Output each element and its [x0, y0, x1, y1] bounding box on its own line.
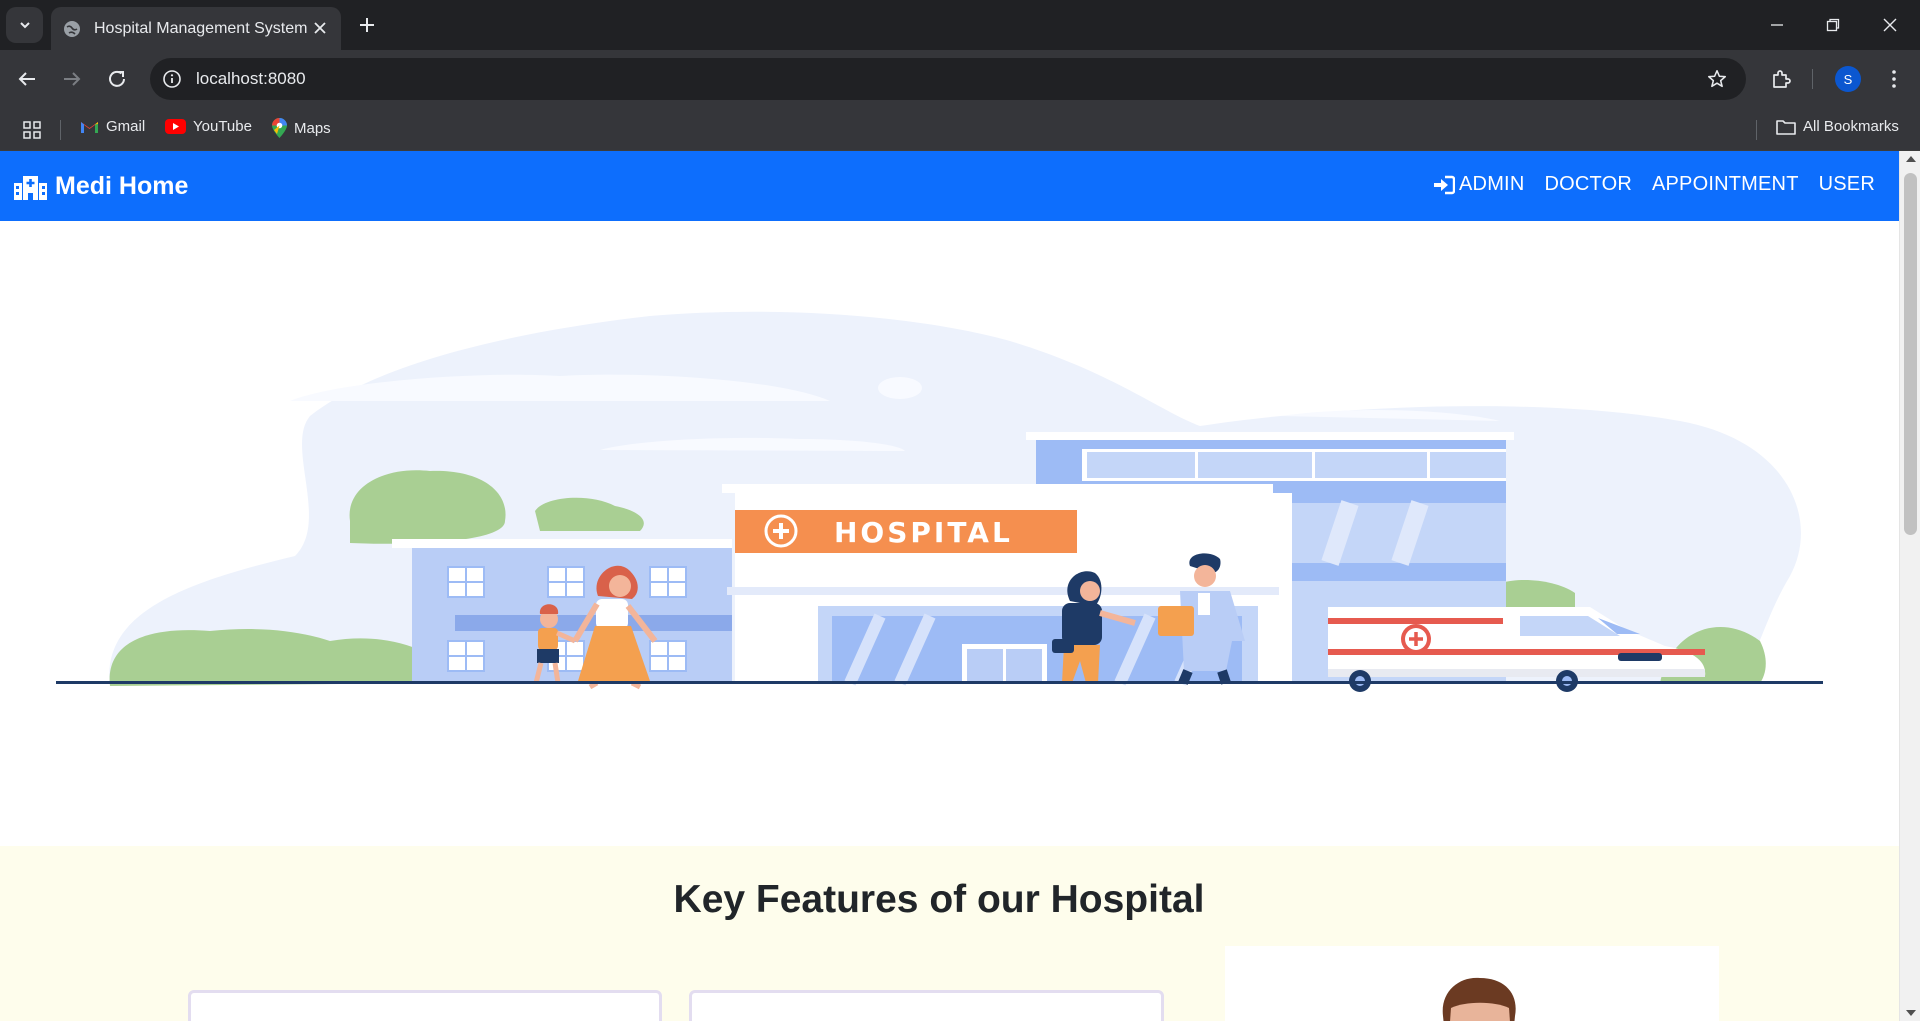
restore-icon	[1826, 18, 1840, 32]
tab-title: Hospital Management System	[94, 19, 308, 37]
forward-arrow-icon[interactable]	[60, 67, 84, 91]
right-tower-roof	[1026, 432, 1514, 440]
bookmark-maps[interactable]: Maps	[272, 118, 331, 138]
address-bar[interactable]: localhost:8080	[150, 58, 1746, 100]
back-arrow-icon[interactable]	[15, 67, 39, 91]
nav-user-link[interactable]: USER	[1819, 173, 1875, 196]
features-section: Key Features of our Hospital	[0, 846, 1899, 1021]
bookmark-label: Maps	[294, 119, 331, 137]
site-navbar: Medi Home ADMIN DOCTOR APPOINTMENT USER	[0, 151, 1899, 221]
bookmark-youtube[interactable]: YouTube	[165, 118, 252, 135]
nav-appointment-link[interactable]: APPOINTMENT	[1652, 173, 1799, 196]
all-bookmarks-button[interactable]: All Bookmarks	[1776, 118, 1899, 135]
bookmarks-bar: Gmail YouTube Maps All Bookmarks	[0, 108, 1920, 151]
tab-search-button[interactable]	[6, 7, 43, 43]
brand-link[interactable]: Medi Home	[14, 172, 188, 201]
info-icon[interactable]	[162, 69, 182, 89]
brand-name: Medi Home	[55, 172, 189, 200]
new-tab-icon[interactable]	[355, 13, 379, 37]
ground-line	[56, 681, 1823, 684]
scroll-up-arrow-icon[interactable]	[1906, 156, 1916, 162]
profile-avatar[interactable]: S	[1835, 66, 1861, 92]
bookmarks-divider	[60, 120, 61, 140]
feature-card	[689, 990, 1164, 1021]
apps-grid-icon[interactable]	[22, 120, 42, 140]
minimize-icon	[1771, 24, 1783, 26]
folder-icon	[1776, 119, 1796, 135]
features-title: Key Features of our Hospital	[673, 878, 1205, 921]
cloud	[878, 377, 922, 399]
hero-section: HOSPITAL	[0, 221, 1899, 846]
extensions-icon[interactable]	[1769, 67, 1793, 91]
doctor-photo	[1225, 946, 1719, 1021]
bookmarks-divider	[1756, 120, 1757, 140]
minimize-button[interactable]	[1764, 12, 1790, 38]
tab-strip: Hospital Management System	[0, 0, 1920, 50]
all-bookmarks-label: All Bookmarks	[1803, 118, 1899, 135]
left-wing-band	[455, 615, 732, 631]
restore-button[interactable]	[1820, 12, 1846, 38]
gmail-icon	[81, 121, 98, 133]
nav-links: ADMIN DOCTOR APPOINTMENT USER	[1413, 173, 1875, 196]
close-icon[interactable]	[311, 19, 329, 37]
nav-admin-label: ADMIN	[1459, 173, 1525, 195]
scrollbar-thumb[interactable]	[1904, 173, 1917, 535]
tree	[349, 470, 506, 544]
close-window-button[interactable]	[1877, 12, 1903, 38]
scroll-down-arrow-icon[interactable]	[1906, 1010, 1916, 1016]
browser-toolbar: localhost:8080	[0, 50, 1920, 108]
feature-card	[188, 990, 662, 1021]
bookmark-label: YouTube	[193, 118, 252, 135]
globe-icon	[64, 20, 80, 37]
web-page: Medi Home ADMIN DOCTOR APPOINTMENT USER	[0, 151, 1899, 1021]
close-icon	[1883, 18, 1897, 32]
bookmark-gmail[interactable]: Gmail	[80, 118, 145, 135]
hospital-icon	[14, 175, 47, 200]
url-text[interactable]: localhost:8080	[196, 69, 306, 89]
nav-admin-link[interactable]: ADMIN	[1433, 173, 1524, 196]
hospital-sign-text: HOSPITAL	[834, 516, 1013, 549]
more-menu-icon[interactable]	[1882, 67, 1906, 91]
main-building-roof	[722, 484, 1273, 493]
nav-doctor-link[interactable]: DOCTOR	[1544, 173, 1632, 196]
doctor-image	[1225, 946, 1719, 1021]
page-scrollbar[interactable]	[1899, 151, 1920, 1021]
reload-icon[interactable]	[105, 67, 129, 91]
left-wing-roof	[392, 539, 732, 548]
sign-in-icon	[1434, 175, 1456, 194]
maps-pin-icon	[272, 118, 287, 138]
youtube-icon	[165, 119, 186, 134]
browser-tab[interactable]: Hospital Management System	[51, 7, 341, 50]
star-icon[interactable]	[1706, 68, 1728, 90]
chevron-down-icon	[19, 22, 30, 29]
bookmark-label: Gmail	[106, 118, 146, 135]
toolbar-divider	[1812, 69, 1813, 89]
hospital-illustration: HOSPITAL	[56, 311, 1823, 692]
